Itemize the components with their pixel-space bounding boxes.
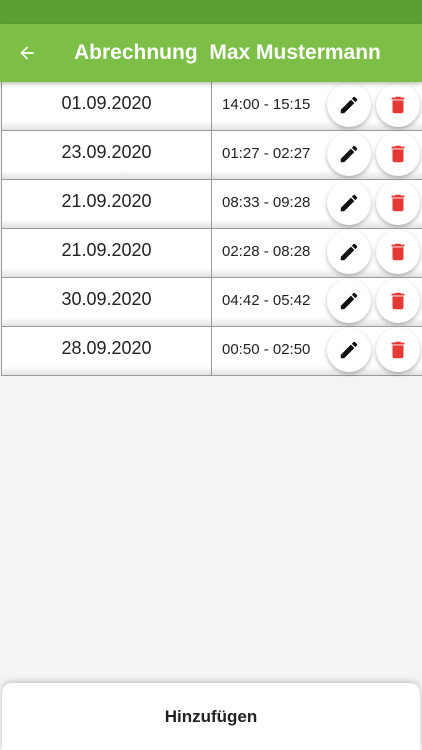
entry-date: 21.09.2020: [2, 180, 212, 228]
trash-icon: [391, 96, 405, 114]
edit-button[interactable]: [327, 230, 371, 274]
pencil-icon: [340, 341, 358, 359]
delete-button[interactable]: [376, 279, 420, 323]
back-button[interactable]: [12, 38, 42, 68]
delete-button[interactable]: [376, 230, 420, 274]
entry-time-range: 14:00 - 15:15: [222, 96, 311, 113]
entry-date: 01.09.2020: [2, 82, 212, 130]
delete-button[interactable]: [376, 83, 420, 127]
pencil-icon: [340, 194, 358, 212]
pencil-icon: [340, 292, 358, 310]
trash-icon: [391, 292, 405, 310]
status-bar: [0, 0, 422, 24]
pencil-icon: [340, 96, 358, 114]
edit-button[interactable]: [327, 132, 371, 176]
entry-date: 21.09.2020: [2, 229, 212, 277]
edit-button[interactable]: [327, 279, 371, 323]
table-row: 30.09.2020 04:42 - 05:42: [2, 277, 422, 326]
trash-icon: [391, 341, 405, 359]
arrow-left-icon: [20, 46, 34, 60]
table-row: 23.09.2020 01:27 - 02:27: [2, 130, 422, 179]
app-bar: Abrechnung Max Mustermann: [0, 24, 422, 82]
trash-icon: [391, 243, 405, 261]
entry-date: 23.09.2020: [2, 131, 212, 179]
delete-button[interactable]: [376, 181, 420, 225]
trash-icon: [391, 194, 405, 212]
table-row: 21.09.2020 08:33 - 09:28: [2, 179, 422, 228]
table-row: 21.09.2020 02:28 - 08:28: [2, 228, 422, 277]
entry-time-range: 00:50 - 02:50: [222, 341, 311, 358]
page-title: Abrechnung Max Mustermann: [74, 41, 381, 64]
table-row: 28.09.2020 00:50 - 02:50: [2, 326, 422, 375]
edit-button[interactable]: [327, 181, 371, 225]
entries-table: 01.09.2020 14:00 - 15:15 23.09.2020 01:2…: [1, 82, 422, 376]
entry-date: 28.09.2020: [2, 327, 212, 375]
delete-button[interactable]: [376, 132, 420, 176]
entry-time-range: 08:33 - 09:28: [222, 194, 311, 211]
edit-button[interactable]: [327, 83, 371, 127]
entry-time-range: 02:28 - 08:28: [222, 243, 311, 260]
entry-date: 30.09.2020: [2, 278, 212, 326]
delete-button[interactable]: [376, 328, 420, 372]
pencil-icon: [340, 145, 358, 163]
entry-time-range: 04:42 - 05:42: [222, 292, 311, 309]
add-button[interactable]: Hinzufügen: [145, 697, 278, 737]
table-row: 01.09.2020 14:00 - 15:15: [2, 82, 422, 130]
bottom-panel: Hinzufügen: [2, 683, 420, 750]
entry-time-range: 01:27 - 02:27: [222, 145, 311, 162]
edit-button[interactable]: [327, 328, 371, 372]
trash-icon: [391, 145, 405, 163]
pencil-icon: [340, 243, 358, 261]
